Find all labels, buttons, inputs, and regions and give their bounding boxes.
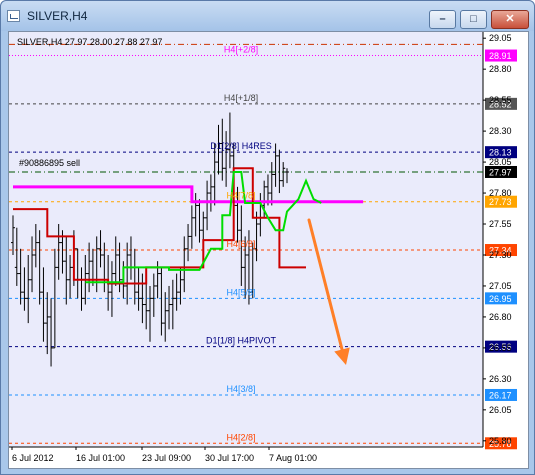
price-badge: 26.17: [485, 388, 517, 401]
price-badge-label: 26.17: [489, 390, 512, 400]
level-label-9: H4[3/8]: [226, 384, 255, 394]
x-tick-label: 7 Aug 01:00: [269, 453, 317, 463]
x-tick-label: 30 Jul 17:00: [205, 453, 254, 463]
level-label-3: D1[2/8] H4RES: [210, 141, 272, 151]
maximize-button[interactable]: □: [460, 10, 487, 29]
level-label-7: H4[5/8]: [226, 287, 255, 297]
price-badge-label: 28.91: [489, 51, 512, 61]
level-label-1: H4[+2/8]: [224, 45, 258, 55]
y-tick-label: 27.80: [489, 188, 512, 198]
y-tick-label: 26.05: [489, 405, 512, 415]
minimize-button[interactable]: –: [429, 10, 456, 29]
price-badge: 28.91: [485, 49, 517, 62]
y-tick-label: 29.05: [489, 33, 512, 43]
y-tick-label: 28.55: [489, 95, 512, 105]
y-tick-label: 25.80: [489, 436, 512, 446]
x-tick-label: 16 Jul 01:00: [76, 453, 125, 463]
price-badge-label: 27.97: [489, 167, 512, 177]
price-badge-label: 27.73: [489, 197, 512, 207]
price-badge: 27.97: [485, 165, 517, 178]
y-tick-label: 26.30: [489, 374, 512, 384]
level-label-10: H4[2/8]: [226, 432, 255, 442]
chart-area[interactable]: 28.91 28.52 28.13 27.97 27.73 27.34 26.95 26.56…: [8, 31, 529, 469]
x-tick-label: 6 Jul 2012: [12, 453, 54, 463]
chart-icon: [7, 10, 20, 22]
level-label-6: H4[6/8]: [226, 239, 255, 249]
price-badge-label: 26.95: [489, 294, 512, 304]
window-title: SILVER,H4: [27, 9, 88, 23]
chart-window: SILVER,H4 – □ ✕ 28.91 28.52 28.13 27.97 27.7…: [0, 0, 535, 475]
level-label-5: H4[7/8]: [226, 191, 255, 201]
trade-label: #90886895 sell: [19, 158, 80, 168]
chart-header: SILVER,H4 27.97 28.00 27.88 27.97: [17, 37, 162, 47]
y-tick-label: 26.80: [489, 312, 512, 322]
y-tick-label: 26.55: [489, 343, 512, 353]
y-tick-label: 27.05: [489, 281, 512, 291]
y-tick-label: 27.30: [489, 250, 512, 260]
close-button[interactable]: ✕: [491, 10, 529, 29]
price-chart[interactable]: 28.9128.5228.1327.9727.7327.3426.9526.56…: [9, 32, 528, 468]
title-bar[interactable]: SILVER,H4 – □ ✕: [1, 1, 534, 31]
y-tick-label: 28.30: [489, 126, 512, 136]
x-tick-label: 23 Jul 09:00: [142, 453, 191, 463]
y-tick-label: 27.55: [489, 219, 512, 229]
y-tick-label: 28.05: [489, 157, 512, 167]
level-label-8: D1[1/8] H4PIVOT: [206, 336, 277, 346]
price-badge: 26.95: [485, 292, 517, 305]
y-tick-label: 28.80: [489, 64, 512, 74]
level-label-2: H4[+1/8]: [224, 93, 258, 103]
